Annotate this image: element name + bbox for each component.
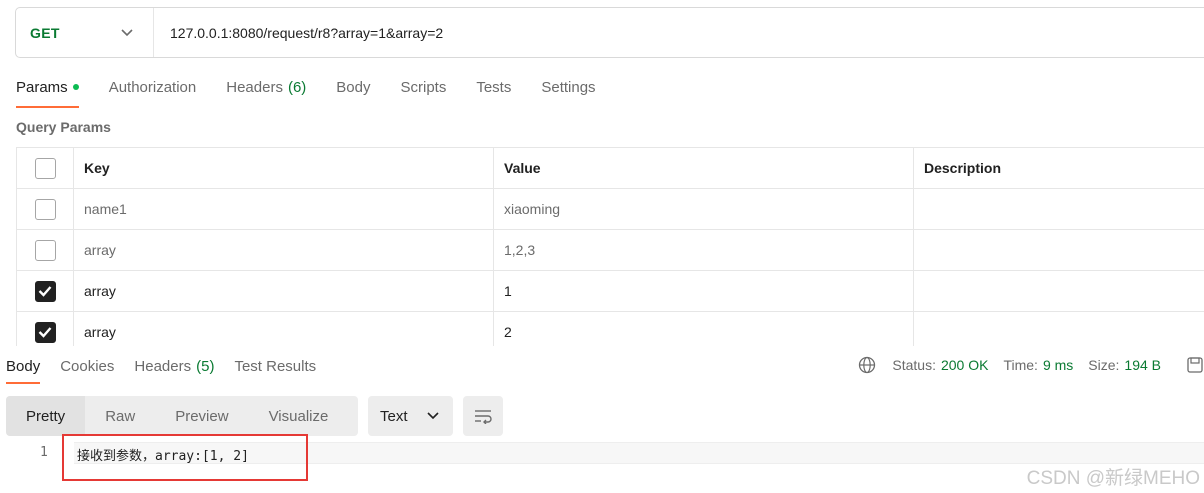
- url-input[interactable]: [154, 8, 1204, 57]
- response-tab-test-results[interactable]: Test Results: [234, 356, 316, 376]
- params-active-dot: [72, 84, 79, 90]
- select-all-cell: [17, 148, 74, 188]
- response-headers-count: (5): [196, 357, 215, 375]
- params-table: Key Value Description name1 xiaoming arr…: [16, 147, 1204, 353]
- headers-count: (6): [287, 78, 307, 96]
- param-description-cell[interactable]: [914, 230, 1204, 270]
- time-indicator[interactable]: Time: 9 ms: [1003, 357, 1073, 373]
- chevron-down-icon: [121, 27, 133, 39]
- param-value-cell[interactable]: 1,2,3: [494, 230, 914, 270]
- line-number: 1: [40, 445, 48, 460]
- param-description-cell[interactable]: [914, 271, 1204, 311]
- checkmark-icon: [38, 327, 52, 338]
- status-value: 200 OK: [940, 357, 989, 373]
- row-checkbox-cell: [17, 189, 74, 229]
- tab-params[interactable]: Params: [16, 74, 79, 108]
- method-label: GET: [30, 24, 60, 41]
- param-key-cell[interactable]: name1: [74, 189, 494, 229]
- wrap-lines-icon: [475, 410, 492, 424]
- status-indicator[interactable]: Status: 200 OK: [892, 357, 988, 373]
- globe-icon[interactable]: [858, 356, 876, 374]
- tab-body-label: Body: [336, 78, 371, 96]
- tab-settings-label: Settings: [541, 78, 596, 96]
- time-label: Time:: [1003, 357, 1038, 373]
- table-row: array 1,2,3: [17, 230, 1204, 271]
- column-header-key: Key: [74, 148, 494, 188]
- response-tab-body-label: Body: [6, 357, 41, 375]
- param-key-cell[interactable]: array: [74, 230, 494, 270]
- wrap-lines-button[interactable]: [463, 396, 503, 436]
- size-indicator[interactable]: Size: 194 B: [1088, 357, 1161, 373]
- format-preview[interactable]: Preview: [155, 396, 248, 436]
- tab-body[interactable]: Body: [336, 74, 370, 100]
- highlight-box: [62, 434, 308, 481]
- watermark: CSDN @新绿MEHO: [1026, 468, 1200, 489]
- format-tabs: Pretty Raw Preview Visualize: [6, 396, 358, 436]
- table-row: name1 xiaoming: [17, 189, 1204, 230]
- table-row: array 1: [17, 271, 1204, 312]
- response-tab-cookies-label: Cookies: [60, 357, 115, 375]
- url-bar: GET: [15, 7, 1204, 58]
- param-description-cell[interactable]: [914, 189, 1204, 229]
- column-header-description: Description: [914, 148, 1204, 188]
- status-label: Status:: [892, 357, 936, 373]
- size-value: 194 B: [1124, 357, 1161, 373]
- select-all-checkbox[interactable]: [34, 157, 56, 179]
- param-key-cell[interactable]: array: [74, 271, 494, 311]
- tab-headers-label: Headers: [226, 78, 283, 96]
- tab-authorization-label: Authorization: [108, 78, 197, 96]
- response-tab-test-results-label: Test Results: [234, 357, 317, 375]
- tab-params-label: Params: [16, 78, 68, 96]
- row-checkbox[interactable]: [34, 198, 56, 220]
- param-value-cell[interactable]: xiaoming: [494, 189, 914, 229]
- row-checkbox[interactable]: [34, 321, 56, 343]
- tab-headers[interactable]: Headers (6): [226, 74, 306, 100]
- format-visualize[interactable]: Visualize: [249, 396, 349, 436]
- response-tabs: Body Cookies Headers (5) Test Results: [6, 356, 336, 384]
- tab-tests[interactable]: Tests: [476, 74, 511, 100]
- language-label: Text: [380, 407, 408, 425]
- param-value-cell[interactable]: 1: [494, 271, 914, 311]
- checkmark-icon: [38, 286, 52, 297]
- method-select[interactable]: GET: [16, 8, 154, 57]
- tab-scripts[interactable]: Scripts: [401, 74, 447, 100]
- response-tab-headers[interactable]: Headers (5): [134, 356, 214, 376]
- row-checkbox-cell: [17, 271, 74, 311]
- tab-settings[interactable]: Settings: [541, 74, 595, 100]
- column-header-value: Value: [494, 148, 914, 188]
- response-panel: Body Cookies Headers (5) Test Results Sta…: [0, 346, 1204, 493]
- tab-scripts-label: Scripts: [400, 78, 447, 96]
- request-tabs: Params Authorization Headers (6) Body Scr…: [16, 74, 626, 108]
- language-select[interactable]: Text: [368, 396, 453, 436]
- tab-authorization[interactable]: Authorization: [109, 74, 197, 100]
- query-params-title: Query Params: [16, 119, 111, 135]
- format-raw[interactable]: Raw: [85, 396, 155, 436]
- row-checkbox-cell: [17, 230, 74, 270]
- time-value: 9 ms: [1042, 357, 1074, 373]
- format-pretty[interactable]: Pretty: [6, 396, 86, 436]
- response-meta: Status: 200 OK Time: 9 ms Size: 194 B: [858, 356, 1204, 374]
- table-header-row: Key Value Description: [17, 148, 1204, 189]
- chevron-down-icon: [427, 412, 439, 420]
- response-tab-headers-label: Headers: [134, 357, 192, 375]
- response-tab-cookies[interactable]: Cookies: [60, 356, 114, 376]
- size-label: Size:: [1088, 357, 1120, 373]
- save-response-icon[interactable]: [1186, 356, 1204, 374]
- row-checkbox[interactable]: [34, 239, 56, 261]
- response-tab-body[interactable]: Body: [6, 356, 41, 384]
- row-checkbox[interactable]: [34, 280, 56, 302]
- tab-tests-label: Tests: [476, 78, 512, 96]
